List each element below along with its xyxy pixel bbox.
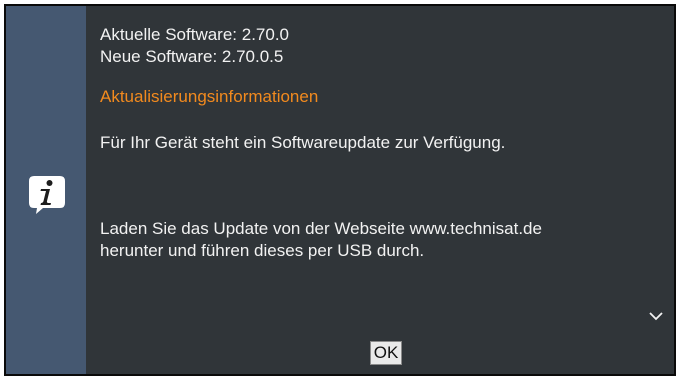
new-software-label: Neue Software: 2.70.0.5 <box>100 47 284 66</box>
download-instruction-line-1: Laden Sie das Update von der Webseite ww… <box>100 219 542 238</box>
info-sidebar <box>6 6 86 374</box>
update-info-heading: Aktualisierungsinformationen <box>100 87 319 106</box>
dialog-content: Aktuelle Software: 2.70.0 Neue Software:… <box>100 24 654 262</box>
current-software-label: Aktuelle Software: 2.70.0 <box>100 25 290 44</box>
software-update-dialog: Aktuelle Software: 2.70.0 Neue Software:… <box>4 4 676 376</box>
ok-button[interactable]: OK <box>370 341 402 365</box>
download-instruction-line-2: herunter und führen dieses per USB durch… <box>100 241 425 260</box>
info-icon <box>29 176 65 214</box>
update-available-message: Für Ihr Gerät steht ein Softwareupdate z… <box>100 133 506 152</box>
chevron-down-icon[interactable] <box>648 310 664 322</box>
